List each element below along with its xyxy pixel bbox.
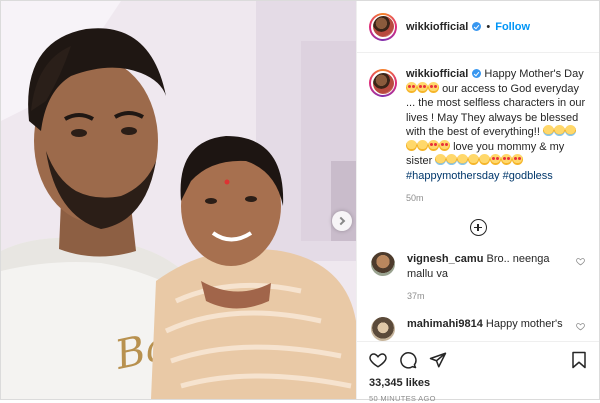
photo-illustration: Balm bbox=[1, 1, 356, 399]
emoji-icon bbox=[542, 125, 554, 136]
comments-section[interactable]: wikkiofficial Happy Mother's Day our acc… bbox=[357, 53, 599, 341]
comment-timestamp: 37m bbox=[407, 291, 425, 301]
commenter-username[interactable]: vignesh_camu bbox=[407, 253, 483, 265]
comment-heart-icon[interactable] bbox=[576, 257, 585, 266]
verified-badge-icon bbox=[472, 69, 482, 78]
author-username[interactable]: wikkiofficial bbox=[406, 21, 468, 33]
post-sidebar: wikkiofficial • Follow wikkiofficial Hap… bbox=[356, 1, 599, 403]
caption-part1: Happy Mother's Day bbox=[484, 68, 584, 80]
post-header: wikkiofficial • Follow bbox=[357, 1, 599, 53]
emoji-icon bbox=[553, 125, 565, 136]
emoji-icon bbox=[417, 81, 428, 93]
commenter-avatar[interactable] bbox=[371, 317, 395, 341]
bookmark-icon[interactable] bbox=[571, 351, 587, 369]
emoji-icon bbox=[428, 139, 439, 151]
action-bar bbox=[369, 348, 587, 372]
emoji-icon bbox=[406, 81, 417, 93]
author-avatar[interactable] bbox=[369, 12, 397, 41]
posted-timestamp[interactable]: 50 MINUTES AGO bbox=[369, 394, 587, 403]
comment-text: mahimahi9814 Happy mother's bbox=[407, 317, 575, 341]
post-footer: 33,345 likes 50 MINUTES AGO bbox=[357, 341, 599, 403]
caption-avatar[interactable] bbox=[369, 69, 397, 97]
heart-icon[interactable] bbox=[369, 351, 387, 369]
emoji-icon bbox=[417, 139, 428, 151]
likes-count[interactable]: 33,345 likes bbox=[369, 377, 587, 389]
emoji-icon bbox=[490, 154, 502, 165]
emoji-icon bbox=[479, 154, 491, 165]
caption-text: wikkiofficial Happy Mother's Day our acc… bbox=[406, 67, 587, 183]
follow-button[interactable]: Follow bbox=[495, 21, 530, 33]
post-caption: wikkiofficial Happy Mother's Day our acc… bbox=[369, 67, 587, 183]
caption-timestamp: 50m bbox=[406, 193, 424, 203]
emoji-icon bbox=[501, 154, 513, 165]
plus-circle-icon[interactable] bbox=[469, 219, 487, 236]
emoji-icon bbox=[428, 81, 439, 93]
emoji-icon bbox=[406, 139, 417, 151]
paper-plane-icon[interactable] bbox=[429, 351, 447, 369]
post-photo[interactable]: Balm bbox=[1, 1, 356, 399]
emoji-icon bbox=[512, 154, 524, 165]
comment-text: vignesh_camu Bro.. neenga mallu va bbox=[407, 252, 575, 281]
emoji-icon bbox=[468, 154, 480, 165]
verified-badge-icon bbox=[472, 22, 482, 31]
emoji-icon bbox=[435, 154, 447, 165]
separator-dot: • bbox=[486, 20, 491, 33]
commenter-avatar[interactable] bbox=[371, 252, 395, 276]
emoji-icon bbox=[564, 125, 576, 136]
next-photo-button[interactable] bbox=[332, 211, 352, 231]
comment-heart-icon[interactable] bbox=[576, 322, 585, 331]
chevron-right-icon bbox=[336, 216, 346, 226]
comment-item: mahimahi9814 Happy mother's bbox=[369, 317, 587, 341]
instagram-post-modal: Balm bbox=[0, 0, 600, 403]
comment-item: vignesh_camu Bro.. neenga mallu va bbox=[369, 252, 587, 281]
emoji-icon bbox=[457, 154, 469, 165]
commenter-username[interactable]: mahimahi9814 bbox=[407, 318, 483, 330]
comment-bubble-icon[interactable] bbox=[399, 351, 417, 369]
caption-username[interactable]: wikkiofficial bbox=[406, 68, 468, 80]
load-more-comments[interactable] bbox=[369, 219, 587, 236]
caption-hashtags[interactable]: #happymothersday #godbless bbox=[406, 170, 553, 182]
emoji-icon bbox=[446, 154, 458, 165]
emoji-icon bbox=[439, 139, 450, 151]
comment-body: Happy mother's bbox=[485, 318, 563, 330]
